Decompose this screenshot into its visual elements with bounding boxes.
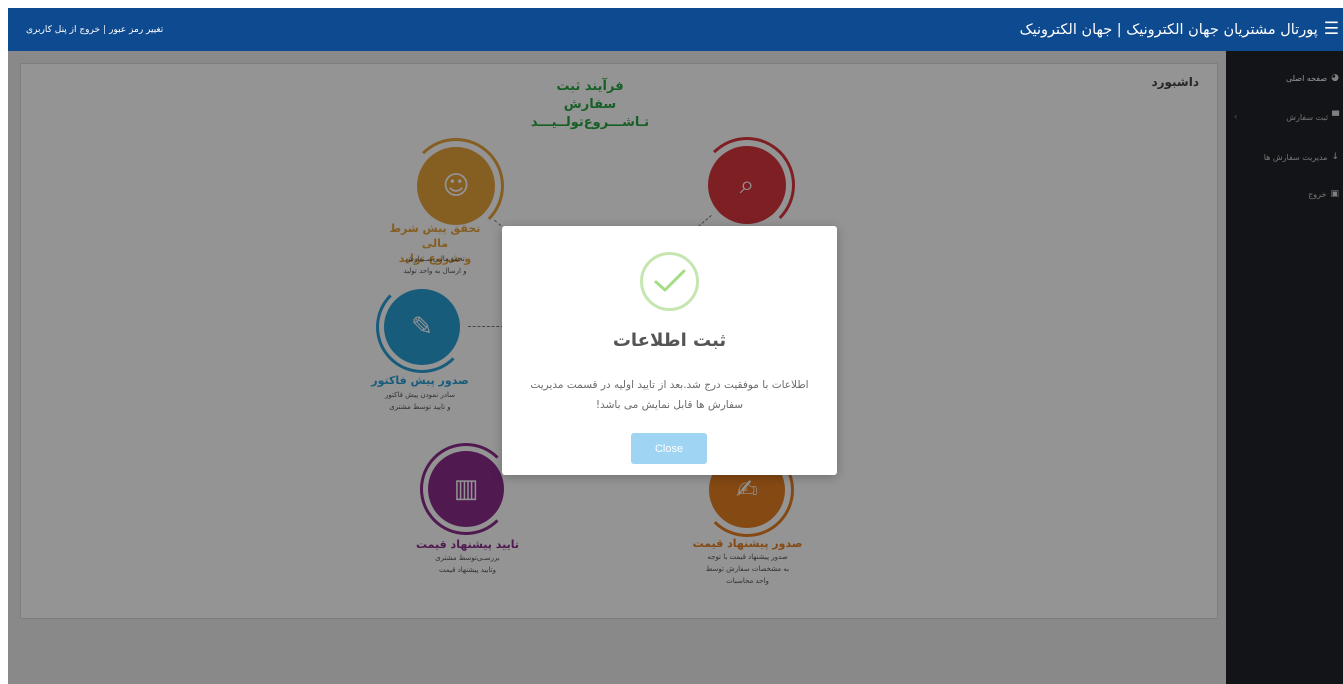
- portal-title: پورتال مشتریان جهان الکترونیک | جهان الک…: [1019, 21, 1318, 38]
- success-dialog: ثبت اطلاعات اطلاعات با موفقیت درج شد.بعد…: [502, 226, 837, 475]
- success-check-icon: [640, 252, 699, 311]
- link-separator: |: [103, 24, 107, 35]
- close-button[interactable]: Close: [631, 433, 707, 464]
- dialog-message: اطلاعات با موفقیت درج شد.بعد از تایید او…: [530, 379, 809, 411]
- logout-panel-link[interactable]: خروج از پنل کاربری: [26, 25, 100, 35]
- dialog-title: ثبت اطلاعات: [612, 330, 727, 351]
- hamburger-icon[interactable]: ☰: [1324, 21, 1339, 38]
- checkmark-icon: [654, 269, 686, 292]
- change-password-link[interactable]: تغییر رمز عبور: [109, 25, 163, 35]
- user-links: تغییر رمز عبور | خروج از پنل کاربری: [26, 8, 163, 51]
- top-navbar: ☰ پورتال مشتریان جهان الکترونیک | جهان ا…: [8, 8, 1343, 51]
- brand: ☰ پورتال مشتریان جهان الکترونیک | جهان ا…: [1020, 8, 1339, 51]
